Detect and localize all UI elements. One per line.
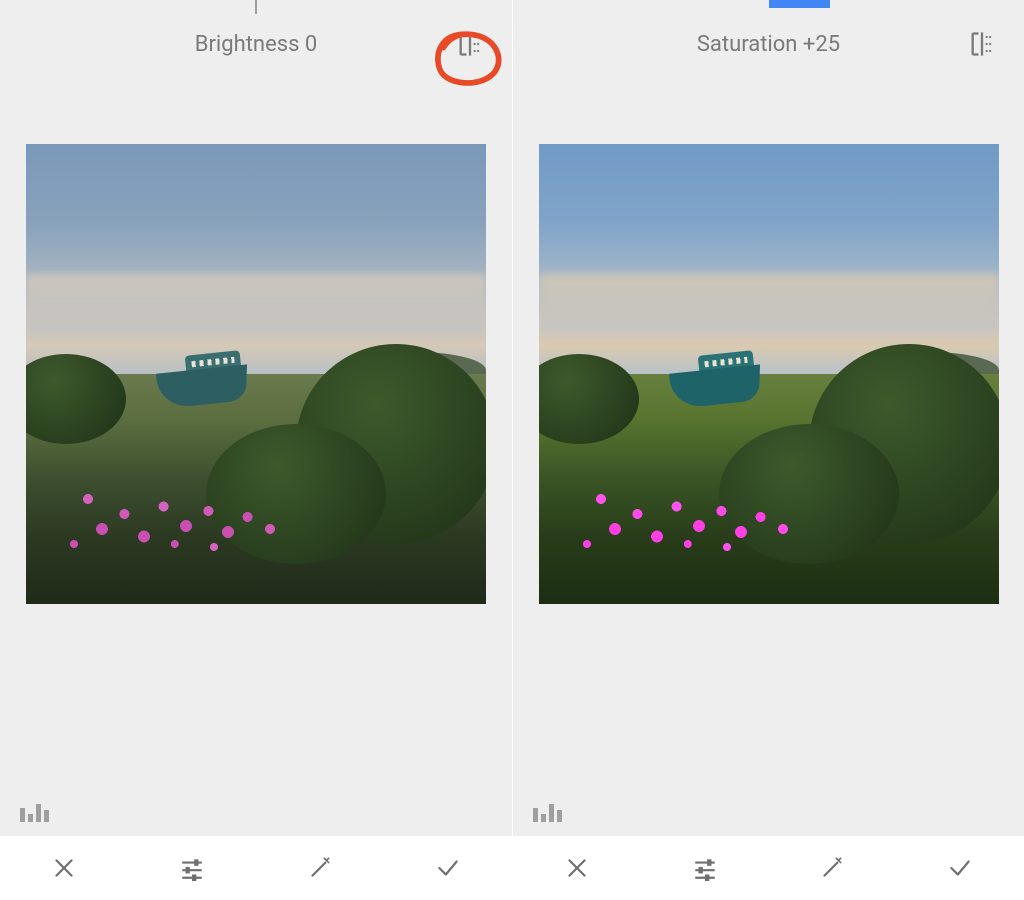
compare-icon — [456, 30, 484, 58]
magic-wand-button[interactable] — [296, 844, 344, 892]
compare-button[interactable] — [456, 30, 484, 58]
close-icon — [564, 855, 590, 881]
adjust-button[interactable] — [681, 844, 729, 892]
image-canvas-area[interactable] — [513, 84, 1024, 836]
image-canvas-area[interactable] — [0, 84, 512, 836]
histogram-button[interactable] — [20, 792, 50, 822]
photo-preview — [26, 144, 486, 604]
histogram-button[interactable] — [533, 792, 563, 822]
cancel-button[interactable] — [553, 844, 601, 892]
checkmark-icon — [947, 855, 973, 881]
cancel-button[interactable] — [40, 844, 88, 892]
adjust-sliders-icon — [692, 855, 718, 881]
apply-button[interactable] — [936, 844, 984, 892]
adjustment-label: Brightness 0 — [195, 32, 318, 57]
adjustment-header: Brightness 0 — [0, 4, 512, 84]
editor-panel-left: Brightness 0 — [0, 0, 512, 900]
apply-button[interactable] — [424, 844, 472, 892]
adjustment-label: Saturation +25 — [697, 32, 840, 57]
adjust-sliders-icon — [179, 855, 205, 881]
magic-wand-icon — [819, 855, 845, 881]
adjust-button[interactable] — [168, 844, 216, 892]
photo-preview — [539, 144, 999, 604]
histogram-icon — [20, 808, 25, 822]
compare-icon — [968, 30, 996, 58]
magic-wand-button[interactable] — [808, 844, 856, 892]
bottom-toolbar — [0, 836, 512, 900]
close-icon — [51, 855, 77, 881]
checkmark-icon — [435, 855, 461, 881]
compare-button[interactable] — [968, 30, 996, 58]
bottom-toolbar — [513, 836, 1024, 900]
histogram-icon — [533, 808, 538, 822]
editor-panel-right: Saturation +25 — [512, 0, 1024, 900]
adjustment-header: Saturation +25 — [513, 4, 1024, 84]
magic-wand-icon — [307, 855, 333, 881]
